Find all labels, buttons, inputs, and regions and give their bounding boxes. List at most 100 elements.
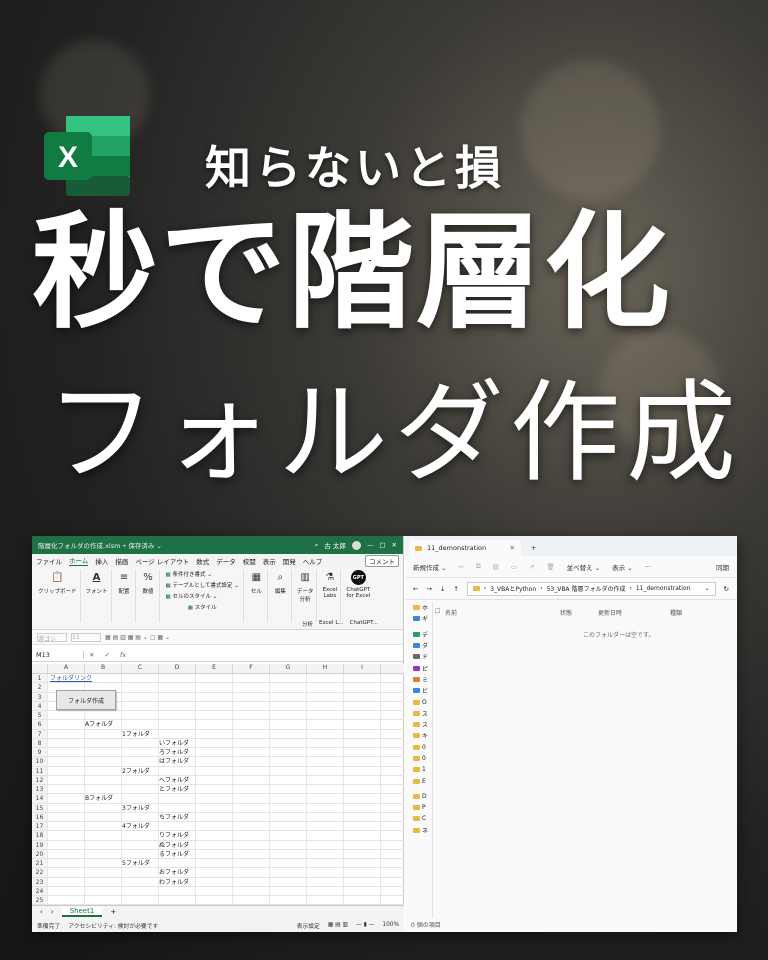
cell[interactable] [233, 748, 270, 757]
cell[interactable] [307, 766, 344, 775]
cell[interactable]: 5フォルダ [122, 859, 159, 868]
cell[interactable]: ちフォルダ [159, 812, 196, 821]
cell[interactable] [233, 896, 270, 905]
cell[interactable] [307, 683, 344, 692]
sheet-tab-sheet1[interactable]: Sheet1 [61, 907, 103, 917]
cell[interactable] [196, 868, 233, 877]
cell[interactable] [270, 859, 307, 868]
cell[interactable] [307, 692, 344, 701]
cell[interactable] [159, 692, 196, 701]
search-icon[interactable]: ⌕ [315, 541, 319, 550]
cell[interactable] [270, 729, 307, 738]
cell[interactable] [159, 803, 196, 812]
cell[interactable] [307, 729, 344, 738]
cell[interactable]: 1フォルダ [122, 729, 159, 738]
cell[interactable] [196, 849, 233, 858]
check-icon[interactable]: ✓ [99, 651, 114, 659]
sidebar-item[interactable]: キ [405, 730, 432, 741]
cell[interactable] [233, 822, 270, 831]
status-accessibility[interactable]: アクセシビリティ: 検討が必要です [68, 921, 158, 930]
cell[interactable] [233, 812, 270, 821]
cell[interactable] [344, 785, 381, 794]
cell[interactable] [270, 748, 307, 757]
cell[interactable] [159, 859, 196, 868]
col-modified[interactable]: 更新日時 [598, 608, 670, 620]
cell[interactable] [122, 748, 159, 757]
ribbon-excel-labs[interactable]: ⚗ Excel Labs [319, 570, 342, 622]
cell[interactable] [307, 785, 344, 794]
cell[interactable] [233, 886, 270, 895]
cell[interactable] [233, 692, 270, 701]
cell[interactable] [85, 785, 122, 794]
cell[interactable] [307, 711, 344, 720]
sidebar-item[interactable]: 0 [405, 742, 432, 753]
cell[interactable] [122, 785, 159, 794]
cell[interactable] [270, 840, 307, 849]
cell[interactable]: わフォルダ [159, 877, 196, 886]
menu-home[interactable]: ホーム [69, 555, 89, 566]
cell[interactable] [159, 674, 196, 683]
breadcrumb-3[interactable]: 11_demonstration [636, 585, 691, 592]
cell[interactable] [270, 822, 307, 831]
cell[interactable] [233, 877, 270, 886]
cell[interactable] [196, 822, 233, 831]
cell[interactable] [48, 711, 85, 720]
close-tab-icon[interactable]: ✕ [510, 544, 515, 552]
cell[interactable] [122, 683, 159, 692]
cell[interactable] [344, 775, 381, 784]
maximize-button[interactable]: □ [379, 541, 385, 549]
cell[interactable] [159, 701, 196, 710]
cell[interactable] [48, 840, 85, 849]
avatar[interactable] [351, 540, 361, 550]
ribbon-chatgpt[interactable]: GPT ChatGPT for Excel [343, 570, 373, 622]
cell[interactable] [85, 711, 122, 720]
cell[interactable] [233, 711, 270, 720]
cell[interactable] [344, 886, 381, 895]
menu-view[interactable]: 表示 [263, 556, 276, 566]
cell[interactable] [196, 831, 233, 840]
name-box[interactable]: M13 [32, 650, 84, 659]
ribbon-number[interactable]: % 数値 [138, 570, 160, 622]
cell[interactable] [344, 711, 381, 720]
cell[interactable] [196, 711, 233, 720]
cell[interactable]: 2フォルダ [122, 766, 159, 775]
breadcrumb-1[interactable]: 3_VBAとPython [490, 584, 536, 593]
cell[interactable] [344, 822, 381, 831]
view-icons[interactable]: ▦ ▤ ▥ [328, 922, 348, 928]
cell[interactable] [233, 859, 270, 868]
cell[interactable] [48, 831, 85, 840]
sidebar-item[interactable]: ミ [405, 674, 432, 685]
cell[interactable] [233, 720, 270, 729]
menu-insert[interactable]: 挿入 [95, 556, 108, 566]
menu-developer[interactable]: 開発 [283, 556, 296, 566]
cell[interactable] [122, 757, 159, 766]
cell[interactable] [270, 896, 307, 905]
cell[interactable] [233, 803, 270, 812]
cell[interactable] [85, 748, 122, 757]
more-button[interactable]: ··· [645, 563, 651, 571]
format-as-table-button[interactable]: テーブルとして書式設定 ⌄ [166, 581, 238, 589]
view-button[interactable]: 表示 ⌄ [612, 562, 633, 572]
cell[interactable] [307, 775, 344, 784]
cell[interactable] [196, 812, 233, 821]
cell[interactable] [233, 766, 270, 775]
rename-icon[interactable]: ▭ [511, 563, 517, 571]
cell[interactable] [233, 738, 270, 747]
cell[interactable] [233, 868, 270, 877]
cell[interactable] [85, 859, 122, 868]
cell[interactable] [122, 720, 159, 729]
cell[interactable]: るフォルダ [159, 849, 196, 858]
delete-icon[interactable]: 🗑 [546, 563, 554, 571]
cell[interactable] [48, 785, 85, 794]
cell[interactable] [48, 859, 85, 868]
cell[interactable] [196, 766, 233, 775]
cell[interactable] [196, 683, 233, 692]
sidebar-item[interactable]: デ [405, 629, 432, 640]
up-icon[interactable]: ↑ [453, 585, 458, 593]
cell[interactable] [196, 896, 233, 905]
cell[interactable] [48, 868, 85, 877]
sidebar-item[interactable]: ピ [405, 662, 432, 673]
cell[interactable] [196, 729, 233, 738]
col-status[interactable]: 状態 [560, 608, 598, 620]
sidebar-item[interactable]: ビ [405, 685, 432, 696]
